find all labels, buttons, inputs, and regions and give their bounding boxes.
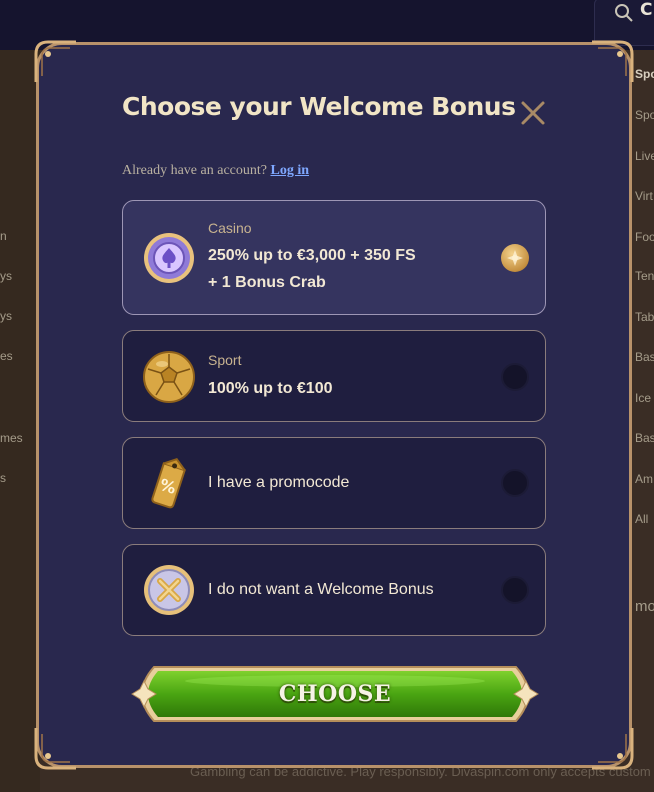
option-text: I have a promocode [208, 474, 350, 491]
left-sidebar [0, 50, 40, 792]
right-menu-item[interactable]: Am [635, 472, 653, 486]
right-menu-item[interactable]: Ten [635, 269, 654, 283]
option-text: I do not want a Welcome Bonus [208, 581, 434, 598]
ornament-corner-icon [34, 40, 76, 82]
sidebar-item[interactable]: mes [0, 431, 23, 445]
close-icon[interactable] [518, 98, 548, 128]
bonus-option-sport[interactable]: Sport 100% up to €100 [122, 330, 546, 422]
radio-unselected[interactable] [501, 576, 529, 604]
bonus-option-casino[interactable]: Casino 250% up to €3,000 + 350 FS + 1 Bo… [122, 200, 546, 315]
choose-button-label: CHOOSE [278, 681, 392, 707]
right-menu-item[interactable]: Live [635, 149, 654, 163]
option-text: 250% up to €3,000 + 350 FS [208, 247, 416, 264]
option-text: 100% up to €100 [208, 380, 333, 397]
option-category: Sport [208, 352, 242, 368]
radio-selected[interactable] [501, 244, 529, 272]
choose-button[interactable]: CHOOSE [124, 661, 546, 727]
right-menu-item[interactable]: Tab [635, 310, 654, 324]
diamond-icon [507, 250, 523, 266]
search-text: C [640, 0, 653, 20]
option-category: Casino [208, 220, 252, 236]
promo-tag-icon: % [151, 458, 186, 509]
sidebar-item[interactable]: es [0, 349, 13, 363]
sidebar-item[interactable]: ys [0, 309, 12, 323]
bonus-option-none[interactable]: I do not want a Welcome Bonus [122, 544, 546, 636]
login-prompt-row: Already have an account? Log in [122, 163, 309, 179]
right-menu-item[interactable]: Bas [635, 350, 654, 364]
modal-title: Choose your Welcome Bonus [122, 92, 516, 121]
right-menu-item[interactable]: Virt [635, 189, 653, 203]
sidebar-item[interactable]: s [0, 471, 6, 485]
right-menu-item[interactable]: Foo [635, 230, 654, 244]
no-bonus-icon [144, 565, 194, 615]
search-icon[interactable] [614, 3, 634, 23]
ornament-corner-icon [592, 728, 634, 770]
option-text: + 1 Bonus Crab [208, 274, 326, 291]
radio-unselected[interactable] [501, 363, 529, 391]
right-menu-item[interactable]: Bas [635, 431, 654, 445]
football-icon [143, 351, 195, 403]
right-menu-item[interactable]: All [635, 512, 648, 526]
login-link[interactable]: Log in [270, 163, 309, 178]
sidebar-item[interactable]: ys [0, 269, 12, 283]
login-prompt-text: Already have an account? [122, 163, 267, 178]
sidebar-item[interactable]: n [0, 229, 7, 243]
casino-chip-icon [144, 233, 194, 283]
radio-unselected[interactable] [501, 469, 529, 497]
right-menu-item[interactable]: Spo [635, 108, 654, 122]
right-menu-item[interactable]: Spo [635, 67, 654, 81]
right-menu-item[interactable]: Ice [635, 391, 651, 405]
bonus-option-promocode[interactable]: % I have a promocode [122, 437, 546, 529]
ornament-corner-icon [592, 40, 634, 82]
right-section-heading: mo [635, 598, 654, 615]
ornament-corner-icon [34, 728, 76, 770]
